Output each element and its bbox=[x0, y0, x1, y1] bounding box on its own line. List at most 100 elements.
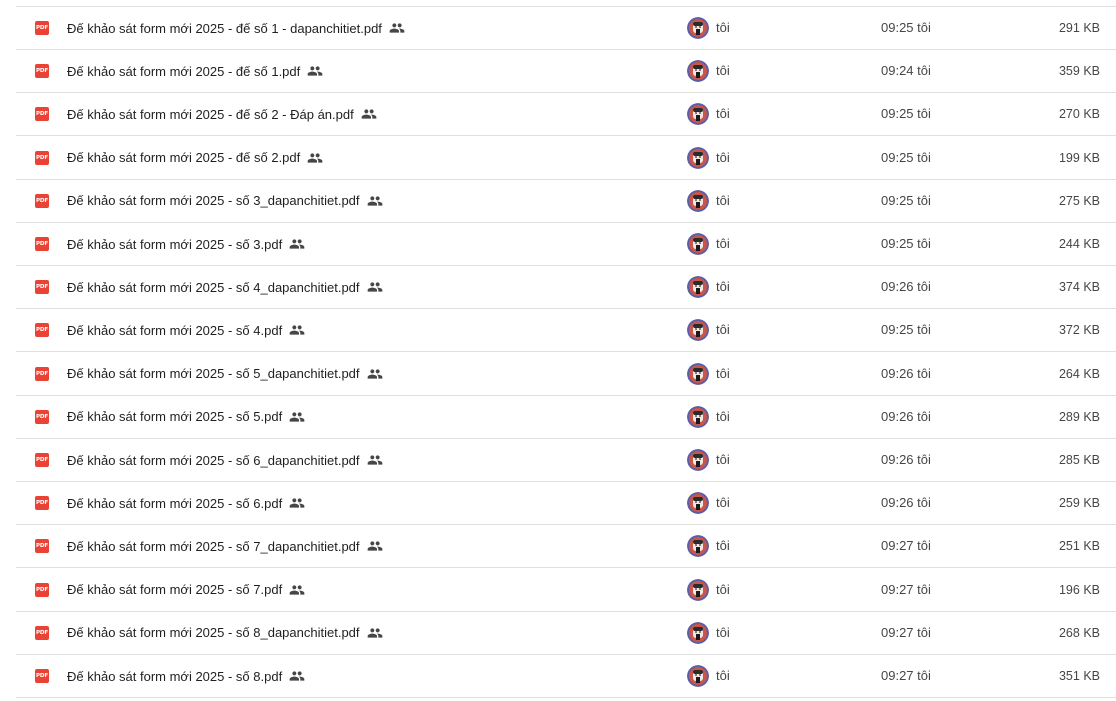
shared-people-icon bbox=[307, 66, 323, 76]
file-row[interactable]: PDF Đế khảo sát form mới 2025 - số 7.pdf t… bbox=[16, 569, 1116, 612]
owner-avatar bbox=[687, 665, 709, 687]
last-modified: 09:25 tôi bbox=[881, 149, 931, 165]
file-name[interactable]: Đế khảo sát form mới 2025 - đế số 1 - da… bbox=[67, 21, 382, 36]
file-size: 259 KB bbox=[1058, 496, 1100, 511]
owner-label: tôi bbox=[716, 365, 730, 381]
file-name-cell: Đế khảo sát form mới 2025 - đế số 1.pdf bbox=[67, 50, 323, 92]
shared-people-icon bbox=[289, 325, 305, 336]
shared-people-icon bbox=[307, 152, 323, 163]
file-name-cell: Đế khảo sát form mới 2025 - số 4_dapanch… bbox=[67, 266, 383, 308]
file-row[interactable]: PDF Đế khảo sát form mới 2025 - đế số 1.p… bbox=[16, 50, 1116, 94]
file-row[interactable]: PDF Đế khảo sát form mới 2025 - số 3.pdf t… bbox=[16, 223, 1116, 266]
pdf-icon: PDF bbox=[35, 582, 49, 597]
file-row[interactable]: PDF Đế khảo sát form mới 2025 - số 6.pdf t… bbox=[16, 482, 1116, 526]
file-name[interactable]: Đế khảo sát form mới 2025 - đế số 1.pdf bbox=[67, 64, 300, 79]
file-row[interactable]: PDF Đế khảo sát form mới 2025 - đế số 2 -… bbox=[16, 93, 1116, 137]
shared-people-icon bbox=[289, 239, 305, 249]
file-name-cell: Đế khảo sát form mới 2025 - số 4.pdf bbox=[67, 309, 305, 351]
file-name[interactable]: Đế khảo sát form mới 2025 - số 4.pdf bbox=[67, 323, 282, 338]
file-size: 251 KB bbox=[1058, 539, 1100, 554]
file-name-cell: Đế khảo sát form mới 2025 - số 7.pdf bbox=[67, 569, 305, 611]
file-size: 351 KB bbox=[1058, 669, 1100, 683]
file-size: 268 KB bbox=[1058, 625, 1100, 640]
pdf-icon: PDF bbox=[35, 453, 49, 467]
file-size: 372 KB bbox=[1058, 323, 1100, 338]
file-row[interactable]: PDF Đế khảo sát form mới 2025 - đế số 2.p… bbox=[16, 137, 1116, 180]
owner-label: tôi bbox=[716, 236, 730, 251]
file-size: 291 KB bbox=[1058, 21, 1100, 35]
owner-label: tôi bbox=[716, 624, 730, 640]
owner-avatar bbox=[687, 362, 709, 385]
file-row[interactable]: PDF Đế khảo sát form mới 2025 - số 6_dapa… bbox=[16, 439, 1116, 482]
file-name[interactable]: Đế khảo sát form mới 2025 - số 8_dapanch… bbox=[67, 625, 360, 640]
file-name[interactable]: Đế khảo sát form mới 2025 - số 7.pdf bbox=[67, 582, 282, 597]
owner-avatar bbox=[687, 146, 709, 169]
last-modified: 09:27 tôi bbox=[881, 538, 931, 554]
file-list: PDF Đế khảo sát form mới 2025 - đế số 1 -… bbox=[0, 0, 1116, 701]
shared-people-icon bbox=[289, 671, 305, 681]
file-row[interactable]: PDF Đế khảo sát form mới 2025 - số 8.pdf t… bbox=[16, 655, 1116, 698]
file-name[interactable]: Đế khảo sát form mới 2025 - số 5_dapanch… bbox=[67, 366, 360, 381]
pdf-icon: PDF bbox=[35, 237, 49, 251]
last-modified: 09:27 tôi bbox=[881, 624, 931, 640]
file-row[interactable]: PDF Đế khảo sát form mới 2025 - số 8_dapa… bbox=[16, 612, 1116, 655]
owner-avatar bbox=[687, 103, 709, 126]
pdf-icon: PDF bbox=[35, 323, 49, 338]
shared-people-icon bbox=[367, 541, 382, 552]
file-row[interactable]: PDF Đế khảo sát form mới 2025 - đế số 1 -… bbox=[16, 7, 1116, 50]
owner-label: tôi bbox=[716, 408, 730, 424]
owner-avatar bbox=[687, 535, 709, 558]
file-row[interactable]: PDF Đế khảo sát form mới 2025 - số 4_dapa… bbox=[16, 266, 1116, 310]
file-size: 374 KB bbox=[1058, 280, 1100, 295]
owner-avatar bbox=[687, 189, 709, 212]
file-name[interactable]: Đế khảo sát form mới 2025 - số 3.pdf bbox=[67, 237, 282, 252]
file-size: 285 KB bbox=[1058, 453, 1100, 467]
pdf-icon: PDF bbox=[35, 539, 49, 554]
file-size: 199 KB bbox=[1058, 150, 1100, 165]
file-name[interactable]: Đế khảo sát form mới 2025 - đế số 2 - Đá… bbox=[67, 107, 354, 122]
owner-label: tôi bbox=[716, 538, 730, 554]
owner-avatar bbox=[687, 492, 709, 515]
file-row[interactable]: PDF Đế khảo sát form mới 2025 - số 7_dapa… bbox=[16, 525, 1116, 569]
file-size: 244 KB bbox=[1058, 237, 1100, 251]
last-modified: 09:26 tôi bbox=[881, 495, 931, 511]
owner-label: tôi bbox=[716, 495, 730, 511]
file-name[interactable]: Đế khảo sát form mới 2025 - số 4_dapanch… bbox=[67, 280, 360, 295]
last-modified: 09:25 tôi bbox=[881, 106, 931, 122]
file-name[interactable]: Đế khảo sát form mới 2025 - số 6_dapanch… bbox=[67, 453, 360, 468]
last-modified: 09:25 tôi bbox=[881, 20, 931, 35]
shared-people-icon bbox=[289, 498, 305, 508]
last-modified: 09:26 tôi bbox=[881, 365, 931, 381]
file-name-cell: Đế khảo sát form mới 2025 - số 5_dapanch… bbox=[67, 353, 383, 395]
file-row[interactable]: PDF Đế khảo sát form mới 2025 - số 4.pdf t… bbox=[16, 309, 1116, 353]
owner-avatar bbox=[687, 621, 709, 644]
owner-label: tôi bbox=[716, 322, 730, 338]
file-name[interactable]: Đế khảo sát form mới 2025 - số 7_dapanch… bbox=[67, 539, 360, 554]
pdf-icon: PDF bbox=[35, 21, 49, 35]
file-name[interactable]: Đế khảo sát form mới 2025 - số 6.pdf bbox=[67, 496, 282, 511]
shared-people-icon bbox=[289, 412, 305, 422]
last-modified: 09:27 tôi bbox=[881, 581, 931, 597]
file-name-cell: Đế khảo sát form mới 2025 - đế số 2 - Đá… bbox=[67, 93, 377, 135]
pdf-icon: PDF bbox=[35, 625, 49, 640]
owner-avatar bbox=[687, 276, 709, 299]
owner-avatar bbox=[687, 578, 709, 601]
file-row[interactable]: PDF Đế khảo sát form mới 2025 - số 3_dapa… bbox=[16, 180, 1116, 223]
owner-label: tôi bbox=[716, 149, 730, 165]
owner-label: tôi bbox=[716, 668, 730, 683]
last-modified: 09:27 tôi bbox=[881, 668, 931, 683]
pdf-icon: PDF bbox=[35, 64, 49, 79]
file-size: 270 KB bbox=[1058, 107, 1100, 122]
file-name[interactable]: Đế khảo sát form mới 2025 - số 3_dapanch… bbox=[67, 193, 360, 208]
file-name[interactable]: Đế khảo sát form mới 2025 - số 5.pdf bbox=[67, 409, 282, 424]
owner-label: tôi bbox=[716, 192, 730, 208]
file-name-cell: Đế khảo sát form mới 2025 - số 8.pdf bbox=[67, 655, 305, 697]
file-name[interactable]: Đế khảo sát form mới 2025 - đế số 2.pdf bbox=[67, 150, 300, 165]
file-name[interactable]: Đế khảo sát form mới 2025 - số 8.pdf bbox=[67, 669, 282, 684]
shared-people-icon bbox=[367, 628, 382, 638]
last-modified: 09:25 tôi bbox=[881, 192, 931, 208]
file-row[interactable]: PDF Đế khảo sát form mới 2025 - số 5_dapa… bbox=[16, 353, 1116, 396]
file-row[interactable]: PDF Đế khảo sát form mới 2025 - số 5.pdf t… bbox=[16, 396, 1116, 439]
file-name-cell: Đế khảo sát form mới 2025 - số 3.pdf bbox=[67, 223, 305, 265]
file-size: 275 KB bbox=[1058, 193, 1100, 208]
